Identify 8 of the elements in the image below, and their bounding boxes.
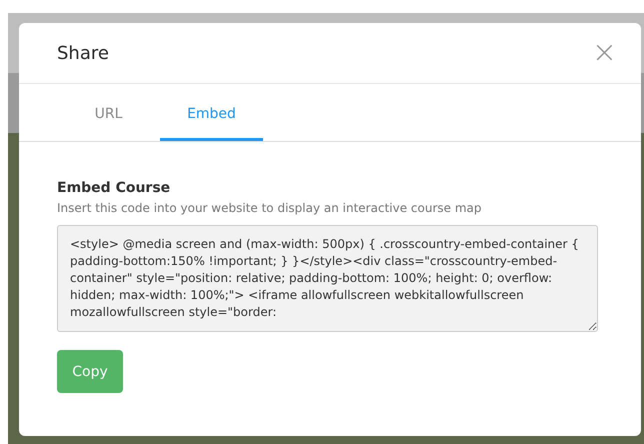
tab[interactable]: Embed (160, 84, 263, 141)
tab[interactable]: URL (57, 84, 160, 141)
copy-button[interactable]: Copy (57, 350, 123, 393)
section-description: Insert this code into your website to display an interactive course map (57, 201, 482, 215)
close-button[interactable]: × (592, 38, 617, 68)
section-heading: Embed Course (57, 180, 172, 196)
embed-code-field[interactable]: <style> @media screen and (max-width: 500px) { .crosscountry-embed-container { padding-bottom:150% !important; } }</style><div class="crosscountry-embed-container" style="position: relative; padding-bottom: 100%; height: 0; overflow: hidden; max-width: 100%;"> <iframe allowfullscreen webkitallowfullscreen mozallowfullscreen style="border: (57, 225, 598, 332)
dialog-title: Share (57, 42, 109, 64)
